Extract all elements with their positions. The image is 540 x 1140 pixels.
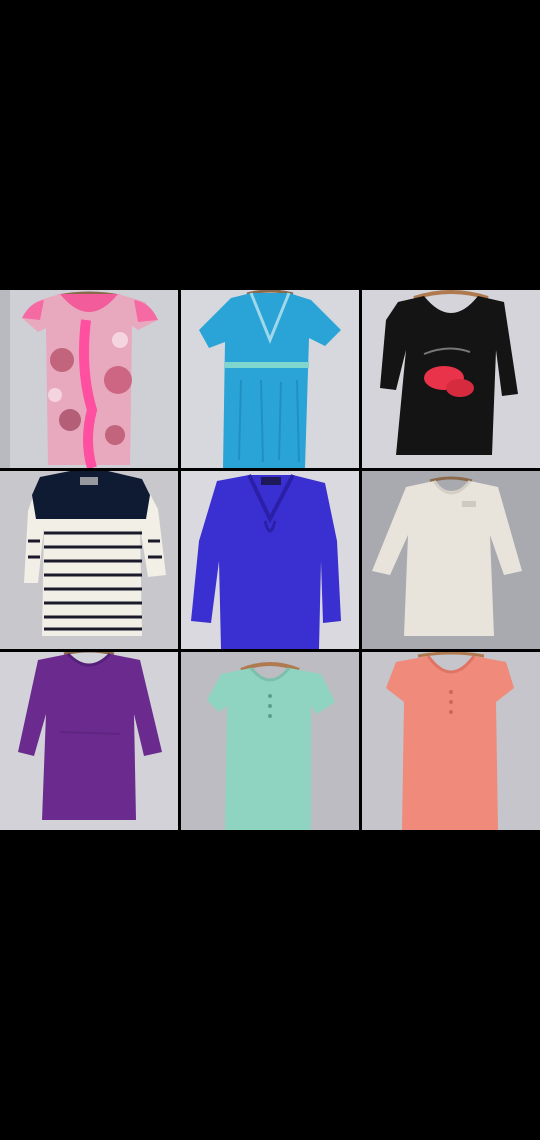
garment-tile-coral-tee [362, 652, 540, 830]
garment-tile-mint-tee [181, 652, 359, 830]
clothing-photo-grid [0, 290, 540, 830]
bottom-black-band [0, 830, 540, 1140]
garment-tile-black-top [362, 290, 540, 468]
blue-top-image [181, 471, 359, 649]
garment-tile-turquoise-top [181, 290, 359, 468]
purple-top-image [0, 652, 178, 830]
top-black-band [0, 0, 540, 290]
garment-tile-blue-top [181, 471, 359, 649]
pink-blouse-image [0, 290, 178, 468]
black-top-image [362, 290, 540, 468]
garment-tile-pink-blouse [0, 290, 178, 468]
mint-tee-image [181, 652, 359, 830]
striped-top-image [0, 471, 178, 649]
turquoise-top-image [181, 290, 359, 468]
garment-tile-ivory-top [362, 471, 540, 649]
coral-tee-image [362, 652, 540, 830]
garment-tile-purple-top [0, 652, 178, 830]
ivory-top-image [362, 471, 540, 649]
garment-tile-striped-top [0, 471, 178, 649]
